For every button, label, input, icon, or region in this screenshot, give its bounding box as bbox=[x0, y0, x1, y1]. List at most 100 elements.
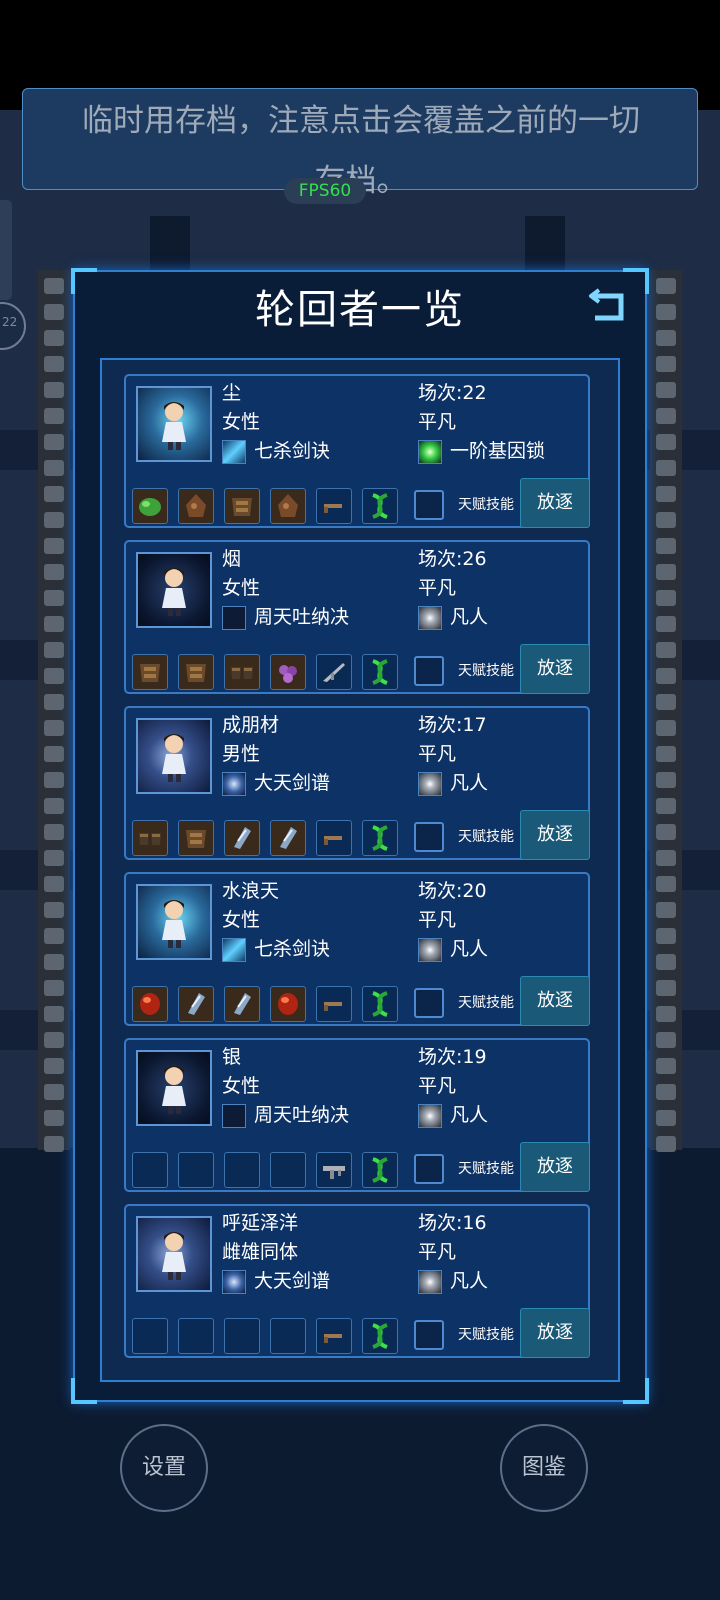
gloves-item-icon[interactable] bbox=[224, 654, 260, 690]
talent-skill-checkbox[interactable] bbox=[414, 1320, 444, 1350]
character-skill: 周天吐纳决 bbox=[254, 606, 350, 628]
character-gene: 凡人 bbox=[450, 772, 489, 794]
character-portrait[interactable] bbox=[136, 552, 212, 628]
film-hole bbox=[656, 278, 676, 294]
film-hole bbox=[656, 772, 676, 788]
film-hole bbox=[656, 486, 676, 502]
talent-skill-checkbox[interactable] bbox=[414, 1154, 444, 1184]
film-hole bbox=[44, 330, 64, 346]
dna-item-icon[interactable] bbox=[362, 986, 398, 1022]
gloves-item-icon[interactable] bbox=[132, 820, 168, 856]
film-hole bbox=[44, 928, 64, 944]
film-hole bbox=[656, 1006, 676, 1022]
character-rounds: 场次:22 bbox=[418, 382, 487, 404]
empty-item-slot[interactable] bbox=[132, 1152, 168, 1188]
exile-button[interactable]: 放逐 bbox=[520, 478, 590, 528]
green-ore-item-icon[interactable] bbox=[132, 488, 168, 524]
gun-item-icon[interactable] bbox=[316, 986, 352, 1022]
settings-button[interactable]: 设置 bbox=[120, 1424, 208, 1512]
empty-item-slot[interactable] bbox=[132, 1318, 168, 1354]
rifle-item-icon[interactable] bbox=[316, 654, 352, 690]
red-gem-item-icon[interactable] bbox=[270, 986, 306, 1022]
exile-button[interactable]: 放逐 bbox=[520, 976, 590, 1026]
film-hole bbox=[656, 1084, 676, 1100]
exile-button[interactable]: 放逐 bbox=[520, 1142, 590, 1192]
reincarnator-list[interactable]: 尘女性 七杀剑诀 场次:22 平凡 一阶基因锁 天赋技能 放逐烟女性 周天吐纳决 场次:26 平凡… bbox=[100, 358, 620, 1382]
character-portrait[interactable] bbox=[136, 1050, 212, 1126]
film-hole bbox=[44, 876, 64, 892]
film-hole bbox=[656, 746, 676, 762]
talent-skill-label: 天赋技能 bbox=[458, 995, 514, 1011]
side-tab[interactable] bbox=[0, 200, 12, 300]
red-gem-item-icon[interactable] bbox=[132, 986, 168, 1022]
empty-item-slot[interactable] bbox=[270, 1152, 306, 1188]
character-card[interactable]: 水浪天 女性 七杀剑诀 场次:20 平凡 凡人 天赋技能 放逐 bbox=[124, 872, 590, 1026]
exile-button[interactable]: 放逐 bbox=[520, 1308, 590, 1358]
character-gene: 凡人 bbox=[450, 1270, 489, 1292]
character-gender: 女性 bbox=[222, 1075, 261, 1097]
character-skill: 大天剑谱 bbox=[254, 772, 331, 794]
empty-item-slot[interactable] bbox=[178, 1318, 214, 1354]
film-hole bbox=[656, 382, 676, 398]
talent-skill-checkbox[interactable] bbox=[414, 656, 444, 686]
crystal-item-icon[interactable] bbox=[178, 986, 214, 1022]
armor-item-icon[interactable] bbox=[178, 654, 214, 690]
film-hole bbox=[44, 278, 64, 294]
film-hole bbox=[44, 980, 64, 996]
film-hole bbox=[44, 512, 64, 528]
film-hole bbox=[44, 486, 64, 502]
talent-skill-checkbox[interactable] bbox=[414, 490, 444, 520]
crystal-item-icon[interactable] bbox=[224, 820, 260, 856]
film-hole bbox=[44, 824, 64, 840]
talent-skill-checkbox[interactable] bbox=[414, 988, 444, 1018]
dna-item-icon[interactable] bbox=[362, 1318, 398, 1354]
talent-skill-label: 天赋技能 bbox=[458, 829, 514, 845]
gun-item-icon[interactable] bbox=[316, 820, 352, 856]
film-hole bbox=[656, 1110, 676, 1126]
character-card[interactable]: 成朋材 男性 大天剑谱 场次:17 平凡 凡人 天赋技能 放逐 bbox=[124, 706, 590, 860]
dna-item-icon[interactable] bbox=[362, 820, 398, 856]
empty-item-slot[interactable] bbox=[178, 1152, 214, 1188]
brown-ore-item-icon[interactable] bbox=[178, 488, 214, 524]
empty-item-slot[interactable] bbox=[270, 1318, 306, 1354]
character-gene: 凡人 bbox=[450, 1104, 489, 1126]
character-card[interactable]: 呼延泽洋 雌雄同体 大天剑谱 场次:16 平凡 凡人 天赋技能 放逐 bbox=[124, 1204, 590, 1358]
empty-item-slot[interactable] bbox=[224, 1152, 260, 1188]
character-card[interactable]: 烟女性 周天吐纳决 场次:26 平凡 凡人 天赋技能 放逐 bbox=[124, 540, 590, 694]
codex-button[interactable]: 图鉴 bbox=[500, 1424, 588, 1512]
smg-item-icon[interactable] bbox=[316, 1152, 352, 1188]
character-portrait[interactable] bbox=[136, 1216, 212, 1292]
character-portrait[interactable] bbox=[136, 884, 212, 960]
character-gene: 一阶基因锁 bbox=[450, 440, 546, 462]
film-hole bbox=[656, 434, 676, 450]
character-card[interactable]: 尘女性 七杀剑诀 场次:22 平凡 一阶基因锁 天赋技能 放逐 bbox=[124, 374, 590, 528]
talent-skill-checkbox[interactable] bbox=[414, 822, 444, 852]
character-portrait[interactable] bbox=[136, 718, 212, 794]
gun-item-icon[interactable] bbox=[316, 488, 352, 524]
character-gender: 雌雄同体 bbox=[222, 1241, 299, 1263]
crystal-item-icon[interactable] bbox=[270, 820, 306, 856]
back-button[interactable] bbox=[587, 282, 629, 324]
character-portrait[interactable] bbox=[136, 386, 212, 462]
film-hole bbox=[656, 1058, 676, 1074]
character-card[interactable]: 银女性 周天吐纳决 场次:19 平凡 凡人 天赋技能 放逐 bbox=[124, 1038, 590, 1192]
dna-item-icon[interactable] bbox=[362, 1152, 398, 1188]
dna-item-icon[interactable] bbox=[362, 654, 398, 690]
film-hole bbox=[44, 954, 64, 970]
empty-item-slot[interactable] bbox=[224, 1318, 260, 1354]
exile-button[interactable]: 放逐 bbox=[520, 810, 590, 860]
film-hole bbox=[656, 512, 676, 528]
dna-item-icon[interactable] bbox=[362, 488, 398, 524]
armor-item-icon[interactable] bbox=[178, 820, 214, 856]
purple-ore-item-icon[interactable] bbox=[270, 654, 306, 690]
armor-item-icon[interactable] bbox=[132, 654, 168, 690]
brown-ore-item-icon[interactable] bbox=[270, 488, 306, 524]
film-strip-left bbox=[38, 270, 70, 1152]
exile-button[interactable]: 放逐 bbox=[520, 644, 590, 694]
film-hole bbox=[656, 460, 676, 476]
crystal-item-icon[interactable] bbox=[224, 986, 260, 1022]
film-hole bbox=[656, 850, 676, 866]
character-gene: 凡人 bbox=[450, 606, 489, 628]
gun-item-icon[interactable] bbox=[316, 1318, 352, 1354]
armor-item-icon[interactable] bbox=[224, 488, 260, 524]
